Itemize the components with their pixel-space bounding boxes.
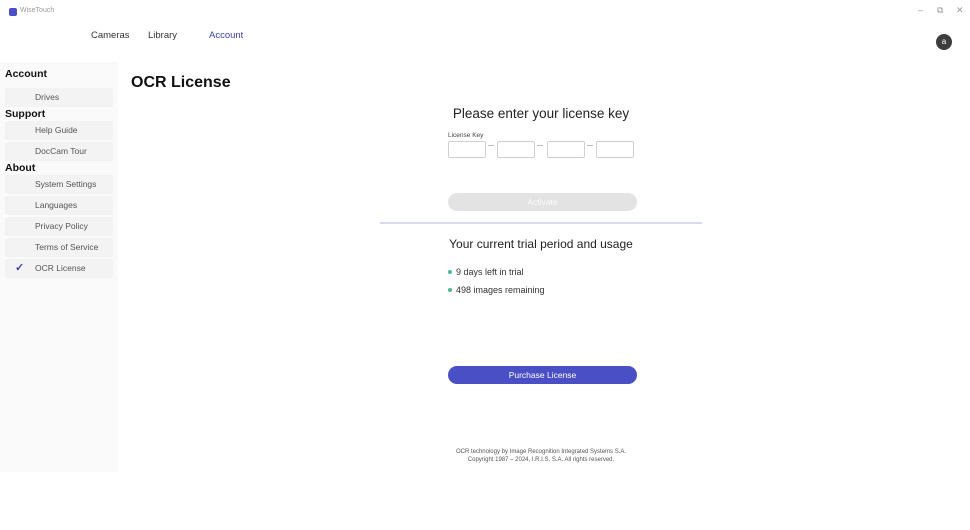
- sidebar-item-privacy-policy[interactable]: Privacy Policy: [5, 217, 113, 236]
- sidebar-item-system-settings[interactable]: System Settings: [5, 175, 113, 194]
- license-key-field-3[interactable]: [547, 141, 585, 158]
- license-key-field-2[interactable]: [497, 141, 535, 158]
- user-avatar[interactable]: a: [936, 34, 952, 50]
- images-remaining-item: 498 images remaining: [448, 285, 545, 295]
- sidebar-item-label: System Settings: [35, 179, 97, 189]
- sidebar-item-label: Languages: [35, 200, 78, 210]
- sidebar-item-terms-of-service[interactable]: Terms of Service: [5, 238, 113, 257]
- license-key-field-1[interactable]: [448, 141, 486, 158]
- key-separator: [488, 145, 494, 146]
- sidebar-item-drives[interactable]: Drives: [5, 88, 113, 107]
- title-bar: WiseTouch – ⧉ ✕: [0, 0, 970, 22]
- license-key-field-4[interactable]: [596, 141, 634, 158]
- minimize-button[interactable]: –: [918, 5, 923, 15]
- checkmark-icon: ✓: [15, 262, 25, 274]
- copyright-footer: OCR technology by Image Recognition Inte…: [380, 448, 702, 464]
- license-key-label: License Key: [448, 132, 484, 139]
- purchase-license-button[interactable]: Purchase License: [448, 366, 637, 384]
- app-window: WiseTouch – ⧉ ✕ Cameras Library Account …: [0, 0, 970, 530]
- status-dot-icon: [448, 270, 452, 274]
- sidebar-heading-account: Account: [5, 68, 47, 80]
- window-title: WiseTouch: [20, 7, 55, 14]
- footer-line-2: Copyright 1987 – 2024, I.R.I.S. S.A. All…: [467, 457, 615, 463]
- key-separator: [537, 145, 543, 146]
- key-separator: [587, 145, 593, 146]
- sidebar-heading-support: Support: [5, 108, 46, 120]
- close-button[interactable]: ✕: [956, 5, 964, 15]
- restore-button[interactable]: ⧉: [937, 5, 943, 15]
- status-dot-icon: [448, 288, 452, 292]
- trial-days-item: 9 days left in trial: [448, 267, 524, 277]
- page-title: OCR License: [131, 74, 231, 91]
- section-divider: [380, 222, 702, 224]
- sidebar-item-ocr-license[interactable]: ✓ OCR License: [5, 259, 113, 278]
- sidebar-heading-about: About: [5, 162, 36, 174]
- active-tab-indicator: [0, 24, 970, 46]
- sidebar-item-label: Terms of Service: [35, 242, 99, 252]
- sidebar-item-languages[interactable]: Languages: [5, 196, 113, 215]
- sidebar-item-label: OCR License: [35, 263, 86, 273]
- activate-button[interactable]: Activate: [448, 193, 637, 211]
- sidebar-item-help-guide[interactable]: Help Guide: [5, 121, 113, 140]
- sidebar-item-label: Help Guide: [35, 125, 78, 135]
- footer-line-1: OCR technology by Image Recognition Inte…: [455, 449, 627, 455]
- sidebar-item-label: Drives: [35, 92, 60, 102]
- license-heading: Please enter your license key: [452, 106, 630, 121]
- app-logo-icon: [9, 8, 17, 16]
- trial-heading: Your current trial period and usage: [449, 237, 633, 251]
- sidebar-item-doccam-tour[interactable]: DocCam Tour: [5, 142, 113, 161]
- sidebar-item-label: DocCam Tour: [35, 146, 87, 156]
- sidebar-item-label: Privacy Policy: [35, 221, 88, 231]
- trial-days-text: 9 days left in trial: [456, 267, 524, 277]
- images-remaining-text: 498 images remaining: [456, 285, 545, 295]
- sidebar: Account Drives Support Help Guide DocCam…: [0, 62, 118, 472]
